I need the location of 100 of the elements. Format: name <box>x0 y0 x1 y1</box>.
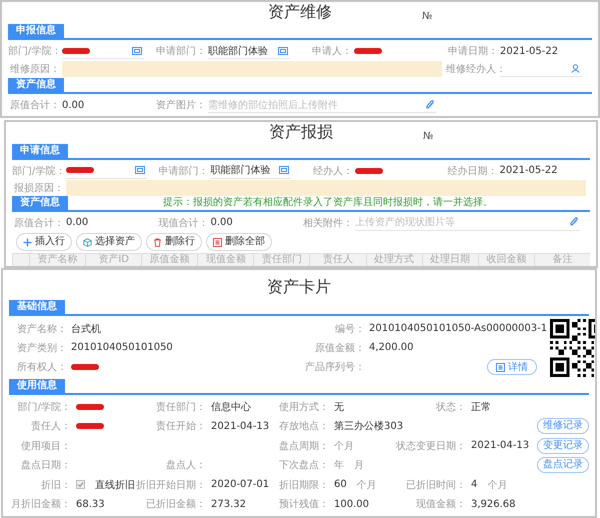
field-label: 现值合计： <box>158 216 210 230</box>
unit-label: 月 <box>354 459 364 472</box>
field-label: 相关附件： <box>302 216 354 230</box>
field-value: 2020-07-01 <box>211 479 270 490</box>
field-label: 经办日期： <box>446 164 498 178</box>
field-value: 第三办公楼303 <box>334 420 404 434</box>
field-value: 直线折旧 <box>95 478 135 492</box>
reason-field[interactable] <box>66 180 586 196</box>
field-value: 68.33 <box>76 498 105 510</box>
field-value: 2021-05-22 <box>500 46 558 56</box>
picker-field[interactable]: 职能部门体验 <box>208 43 290 59</box>
field-label: 经办人： <box>312 164 354 178</box>
field-value: 0.00 <box>66 217 88 228</box>
unit-label: 个月 <box>487 478 508 492</box>
field-label: 责任人： <box>30 420 72 434</box>
field-label: 报损原因： <box>13 182 65 194</box>
field-value: 2021-04-13 <box>211 420 270 432</box>
column-header: 备注 <box>534 254 590 266</box>
paperclip-icon[interactable] <box>570 217 578 227</box>
person-icon[interactable] <box>571 64 580 73</box>
field-label: 原值合计： <box>13 216 65 230</box>
form-title: 资产卡片 <box>266 276 332 298</box>
field-label: 已折旧金额： <box>145 498 207 512</box>
field-value: 无 <box>334 400 344 414</box>
field-value: 0.00 <box>62 100 84 110</box>
field-label: 申请部门： <box>158 164 210 178</box>
field-label: 资产名称： <box>16 322 68 336</box>
field-label: 资产类别： <box>16 342 68 355</box>
field-value: 0.00 <box>210 217 233 228</box>
field-label: 现值金额： <box>415 498 467 512</box>
field-value: 信息中心 <box>211 400 251 414</box>
field-value: 台式机 <box>71 322 101 336</box>
field-value: 正常 <box>471 400 491 414</box>
column-header: 处理日期 <box>422 254 478 266</box>
field-label: 责任部门： <box>155 400 207 414</box>
reason-field[interactable] <box>62 61 442 77</box>
field-label: 部门/学院： <box>12 164 66 178</box>
column-header: 责任人 <box>309 254 366 266</box>
field-label: 盘点日期： <box>20 458 72 472</box>
field-label: 盘点周期： <box>278 440 330 453</box>
toolbar-button[interactable]: 删除全部 <box>206 233 272 251</box>
delete-all-icon <box>213 238 222 246</box>
field-value: 273.32 <box>211 498 246 510</box>
field-label: 申请人： <box>311 44 353 58</box>
field-label: 部门/学院： <box>8 44 62 58</box>
field-label: 资产图片： <box>155 98 207 112</box>
field-label: 状态变更日期： <box>395 440 467 453</box>
field-label: 月折旧金额： <box>10 498 72 512</box>
checkbox[interactable] <box>76 480 85 490</box>
field-value: 100.00 <box>334 498 369 510</box>
toolbar-button[interactable]: 删除行 <box>146 233 202 251</box>
card-icon[interactable] <box>132 46 142 54</box>
unit-label: 个月 <box>356 478 377 492</box>
card-icon[interactable] <box>279 166 289 174</box>
cube-icon <box>83 238 92 246</box>
field-value: 3,926.68 <box>471 498 516 510</box>
form-title: 资产报损 <box>269 122 333 142</box>
field-label: 部门/学院： <box>16 400 72 414</box>
field-label: 状态： <box>435 400 467 414</box>
list-icon <box>496 362 506 372</box>
card-icon[interactable] <box>278 46 288 54</box>
field-label: 维修原因： <box>9 62 61 76</box>
field-label: 申请部门： <box>155 44 207 58</box>
card-icon[interactable] <box>134 166 144 174</box>
field-label: 下次盘点： <box>278 458 330 472</box>
column-header: 处理方式 <box>366 254 422 266</box>
field-value: 4 <box>471 479 478 490</box>
toolbar-button[interactable]: 选择资产 <box>76 233 142 251</box>
hint-text: 提示：报损的资产若有相应配件录入了资产库且同时报损时，请一并选择。 <box>163 197 493 209</box>
column-header: 原值金额 <box>141 254 198 266</box>
number-label: № <box>421 10 434 23</box>
field-label: 原值合计： <box>9 98 61 112</box>
number-label: № <box>422 130 434 143</box>
picker-field[interactable]: 职能部门体验 <box>210 162 291 178</box>
field-label: 申请日期： <box>447 44 499 58</box>
field-label: 折旧： <box>40 478 72 492</box>
column-header: 资产名称 <box>29 254 86 266</box>
field-label: 原值金额： <box>314 342 366 355</box>
field-label: 产品序列号： <box>304 360 366 374</box>
toolbar-button[interactable]: 插入行 <box>16 233 72 251</box>
field-label: 使用方式： <box>278 400 330 414</box>
field-value: 60 <box>334 479 347 490</box>
field-label: 折旧开始日期： <box>135 478 207 492</box>
field-value: 职能部门体验 <box>210 164 270 177</box>
field-label: 盘点人： <box>165 458 207 472</box>
plus-icon <box>23 238 32 246</box>
field-label: 使用项目： <box>20 440 72 453</box>
column-header: 现值金额 <box>197 254 254 266</box>
field-value: 职能部门体验 <box>208 44 268 58</box>
field-label: 预计残值： <box>278 498 330 512</box>
field-label: 存放地点： <box>278 420 330 434</box>
column-header: 责任部门 <box>253 254 310 266</box>
unit-label: 个月 <box>334 440 354 453</box>
column-header: 收回金额 <box>478 254 534 266</box>
field-value: 2010104050101050 <box>71 342 173 354</box>
unit-label: 年 <box>334 459 344 472</box>
field-value: 2021-04-13 <box>471 440 530 452</box>
paperclip-icon[interactable] <box>426 100 434 110</box>
field-label: 责任开始： <box>155 420 207 434</box>
field-label: 已折旧时间： <box>405 478 467 492</box>
